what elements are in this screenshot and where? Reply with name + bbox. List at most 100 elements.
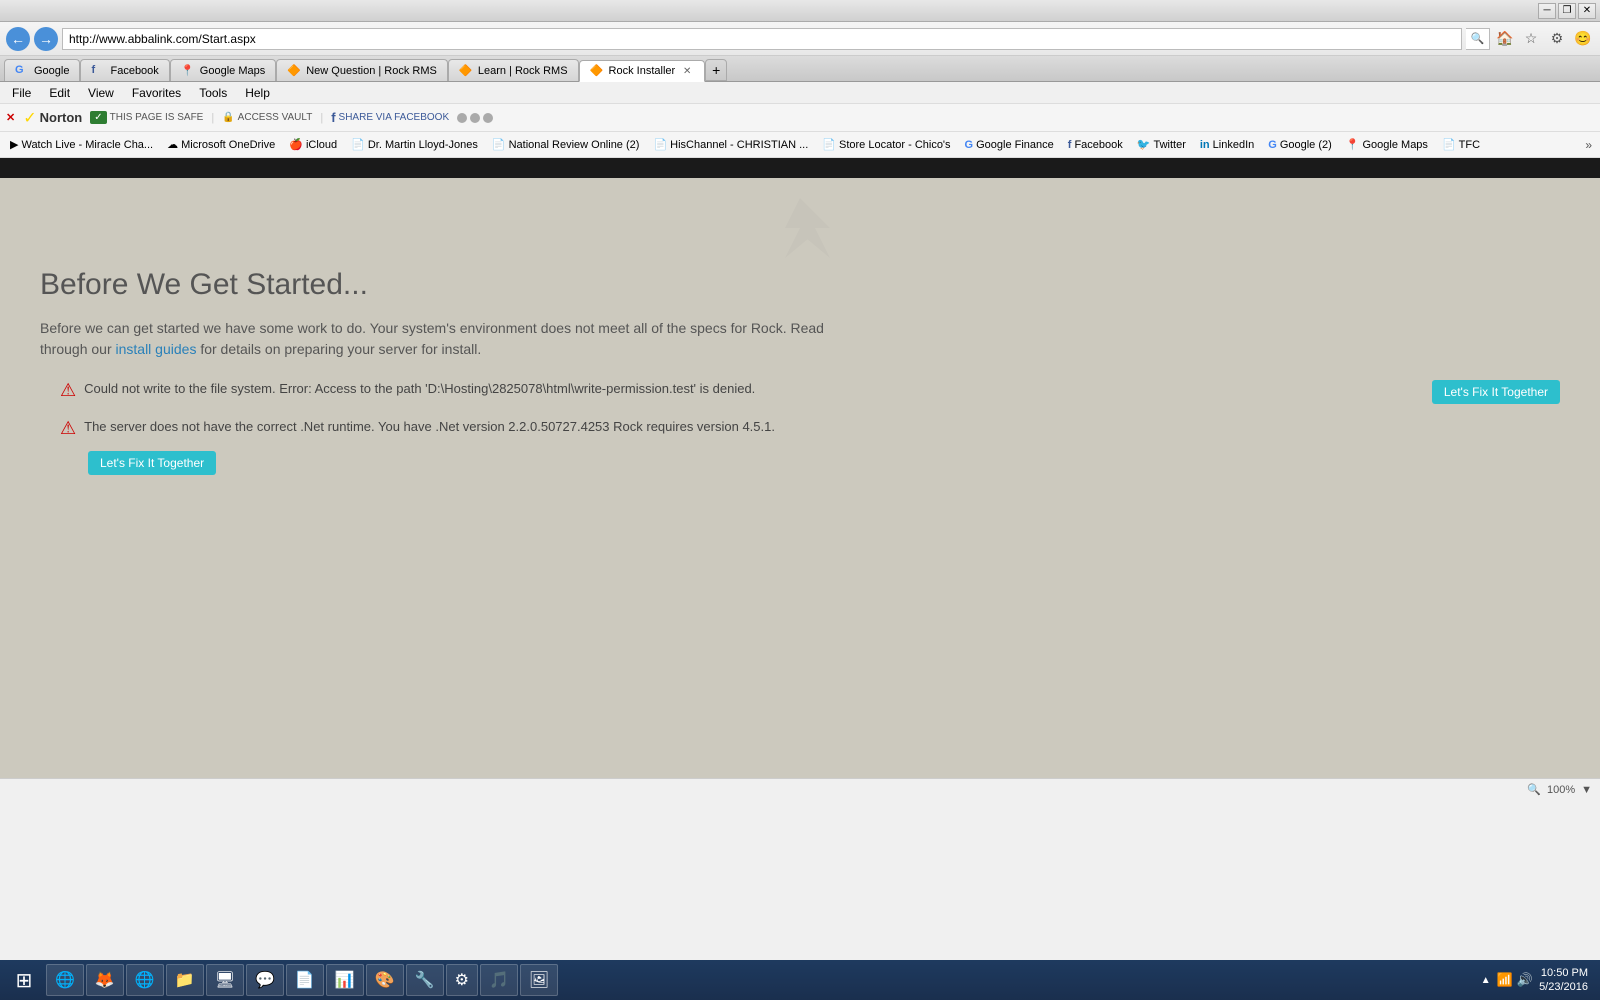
- dot-1: [457, 113, 467, 123]
- tray-expand-button[interactable]: ▲: [1481, 975, 1491, 986]
- bookmark-facebook[interactable]: f Facebook: [1062, 137, 1129, 153]
- close-button[interactable]: ✕: [1578, 3, 1596, 19]
- norton-vault-button[interactable]: 🔒 ACCESS VAULT: [222, 112, 312, 123]
- norton-close-icon[interactable]: ✕: [6, 111, 15, 124]
- tab-newquestion[interactable]: 🔶 New Question | Rock RMS: [276, 59, 448, 81]
- bookmark-nationalreview[interactable]: 📄 National Review Online (2): [486, 136, 646, 153]
- bookmarks-more-button[interactable]: »: [1581, 138, 1596, 152]
- tab-google[interactable]: G Google: [4, 59, 80, 81]
- home-icon[interactable]: 🏠: [1494, 28, 1516, 50]
- taskbar-excel-icon[interactable]: 📊: [326, 964, 364, 996]
- taskbar-date-label: 5/23/2016: [1539, 980, 1588, 994]
- taskbar-chat-icon[interactable]: 💬: [246, 964, 284, 996]
- norton-dots: [457, 113, 493, 123]
- menu-tools[interactable]: Tools: [191, 84, 235, 102]
- main-content: Before We Get Started... Before we can g…: [0, 178, 1600, 778]
- start-button[interactable]: ⊞: [4, 962, 44, 998]
- facebook-favicon: f: [91, 64, 105, 78]
- address-bar: ← → http://www.abbalink.com/Start.aspx 🔍…: [0, 22, 1600, 56]
- fix-button-1[interactable]: Let's Fix It Together: [1432, 380, 1560, 404]
- bookmark-watchlive-label: Watch Live - Miracle Cha...: [21, 139, 153, 151]
- fix-button-2[interactable]: Let's Fix It Together: [88, 451, 216, 475]
- tab-facebook[interactable]: f Facebook: [80, 59, 169, 81]
- bookmark-linkedin-icon: in: [1200, 139, 1210, 151]
- new-tab-button[interactable]: +: [705, 59, 727, 81]
- back-button[interactable]: ←: [6, 27, 30, 51]
- bookmark-hischannel[interactable]: 📄 HisChannel - CHRISTIAN ...: [647, 136, 814, 153]
- menu-file[interactable]: File: [4, 84, 39, 102]
- dark-header-band: [0, 158, 1600, 178]
- bookmark-googlefinance[interactable]: G Google Finance: [959, 137, 1060, 153]
- taskbar-media-icon[interactable]: 🎵: [480, 964, 518, 996]
- taskbar-tool-icon[interactable]: 🔧: [406, 964, 444, 996]
- norton-facebook-share[interactable]: f SHARE VIA FACEBOOK: [331, 110, 449, 125]
- taskbar-firefox-icon[interactable]: 🦊: [86, 964, 124, 996]
- taskbar-tray: ▲ 📶 🔊 10:50 PM 5/23/2016: [1473, 966, 1596, 995]
- install-guides-link[interactable]: install guides: [116, 341, 197, 357]
- zoom-icon: 🔍: [1527, 783, 1541, 796]
- bookmark-tfc[interactable]: 📄 TFC: [1436, 136, 1486, 153]
- zoom-dropdown-icon[interactable]: ▼: [1581, 784, 1592, 796]
- tab-googlemaps[interactable]: 📍 Google Maps: [170, 59, 276, 81]
- norton-brand-label: Norton: [40, 110, 83, 125]
- tab-close-button[interactable]: ✕: [680, 64, 694, 78]
- bookmark-tfc-icon: 📄: [1442, 138, 1456, 151]
- taskbar-folder-icon[interactable]: 📁: [166, 964, 204, 996]
- taskbar-settings-icon[interactable]: ⚙: [446, 964, 478, 996]
- bookmark-hischannel-icon: 📄: [653, 138, 667, 151]
- bookmark-facebook-label: Facebook: [1074, 139, 1122, 151]
- bookmark-twitter[interactable]: 🐦 Twitter: [1131, 136, 1192, 153]
- bookmark-nationalreview-icon: 📄: [492, 138, 506, 151]
- bookmark-nationalreview-label: National Review Online (2): [509, 139, 640, 151]
- search-icon: 🔍: [1466, 28, 1490, 50]
- taskbar-ie-icon[interactable]: 🌐: [46, 964, 84, 996]
- taskbar-gallery-icon[interactable]: 🖼: [520, 964, 558, 996]
- minimize-button[interactable]: ─: [1538, 3, 1556, 19]
- rockinstaller-favicon: 🔶: [590, 64, 604, 78]
- taskbar-word-icon[interactable]: 📄: [286, 964, 324, 996]
- dot-2: [470, 113, 480, 123]
- favorites-star-icon[interactable]: ☆: [1520, 28, 1542, 50]
- tab-learnrock[interactable]: 🔶 Learn | Rock RMS: [448, 59, 579, 81]
- forward-button[interactable]: →: [34, 27, 58, 51]
- tab-rockinstaller-label: Rock Installer: [609, 65, 676, 77]
- taskbar-ie2-icon[interactable]: 🌐: [126, 964, 164, 996]
- bookmark-google2[interactable]: G Google (2): [1262, 137, 1338, 153]
- smiley-icon[interactable]: 😊: [1572, 28, 1594, 50]
- menu-view[interactable]: View: [80, 84, 122, 102]
- page-intro: Before we can get started we have some w…: [40, 318, 840, 360]
- bookmark-google2-icon: G: [1268, 139, 1277, 151]
- error-icon-2: ⚠: [60, 418, 76, 439]
- norton-check-icon: ✓: [90, 111, 106, 124]
- window-controls: ─ ❐ ✕: [1538, 3, 1596, 19]
- menu-edit[interactable]: Edit: [41, 84, 78, 102]
- bookmark-onedrive[interactable]: ☁ Microsoft OneDrive: [161, 136, 281, 153]
- bookmark-twitter-icon: 🐦: [1137, 138, 1151, 151]
- tray-volume-icon: 🔊: [1517, 972, 1533, 988]
- taskbar-ps-icon[interactable]: 🎨: [366, 964, 404, 996]
- bookmark-lloydjonesreed[interactable]: 📄 Dr. Martin Lloyd-Jones: [345, 136, 484, 153]
- error-list: ⚠ Could not write to the file system. Er…: [60, 380, 1560, 475]
- bookmark-chicos[interactable]: 📄 Store Locator - Chico's: [816, 136, 956, 153]
- status-bar: 🔍 100% ▼: [0, 778, 1600, 800]
- address-input[interactable]: http://www.abbalink.com/Start.aspx: [62, 28, 1462, 50]
- settings-icon[interactable]: ⚙: [1546, 28, 1568, 50]
- error-item-2: ⚠ The server does not have the correct .…: [60, 418, 1560, 475]
- menu-help[interactable]: Help: [237, 84, 278, 102]
- bookmark-googlemaps[interactable]: 📍 Google Maps: [1340, 136, 1434, 153]
- bookmark-linkedin[interactable]: in LinkedIn: [1194, 137, 1260, 153]
- bookmark-chicos-icon: 📄: [822, 138, 836, 151]
- norton-safe-indicator: ✓ THIS PAGE IS SAFE: [90, 111, 203, 124]
- menu-favorites[interactable]: Favorites: [124, 84, 189, 102]
- bookmark-onedrive-label: Microsoft OneDrive: [181, 139, 275, 151]
- taskbar-clock: 10:50 PM 5/23/2016: [1539, 966, 1588, 995]
- bookmark-twitter-label: Twitter: [1153, 139, 1185, 151]
- bookmark-onedrive-icon: ☁: [167, 138, 178, 151]
- tab-rockinstaller[interactable]: 🔶 Rock Installer ✕: [579, 60, 706, 82]
- norton-toolbar: ✕ ✓ Norton ✓ THIS PAGE IS SAFE | 🔒 ACCES…: [0, 104, 1600, 132]
- bookmark-icloud[interactable]: 🍎 iCloud: [283, 136, 343, 153]
- restore-button[interactable]: ❐: [1558, 3, 1576, 19]
- bookmark-watchlive-icon: ▶: [10, 138, 18, 151]
- taskbar-computer-icon[interactable]: 🖥: [206, 964, 244, 996]
- bookmark-watchlive[interactable]: ▶ Watch Live - Miracle Cha...: [4, 136, 159, 153]
